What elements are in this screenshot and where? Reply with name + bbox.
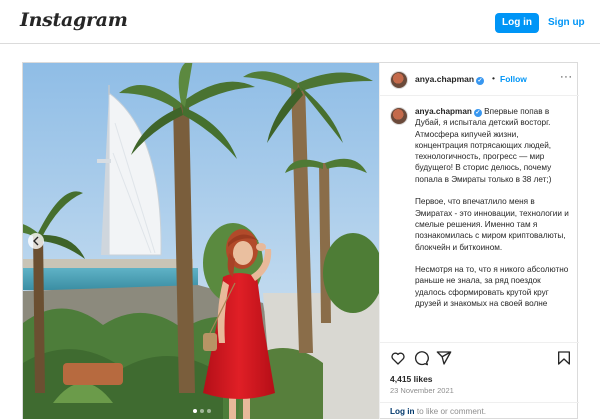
more-options-icon[interactable]: ··· bbox=[560, 71, 573, 83]
caption-paragraph-3: Несмотря на то, что я никого абсолютно р… bbox=[415, 265, 569, 309]
signup-link[interactable]: Sign up bbox=[548, 13, 585, 33]
carousel-prev-button[interactable] bbox=[28, 233, 44, 249]
post-photo[interactable] bbox=[23, 63, 379, 419]
post-caption: anya.chapman ✓ Впервые попав в Дубай, я и… bbox=[415, 106, 573, 309]
post-author[interactable]: anya.chapman ✓ bbox=[415, 74, 485, 85]
login-prompt: Log in to like or comment. bbox=[380, 402, 579, 419]
share-icon[interactable] bbox=[436, 350, 452, 366]
caption-username[interactable]: anya.chapman bbox=[415, 107, 472, 116]
post-sidebar: anya.chapman ✓ • Follow ··· anya.chapman ✓… bbox=[379, 63, 579, 419]
caption-paragraph-2: Первое, что впечатлило меня в Эмиратах -… bbox=[415, 197, 569, 252]
likes-count[interactable]: 4,415 likes bbox=[390, 374, 433, 384]
post-header: anya.chapman ✓ • Follow ··· bbox=[380, 63, 579, 96]
caption-text-lead: Впервые попав в Дубай, я испытала детски… bbox=[415, 107, 552, 184]
comment-icon[interactable] bbox=[413, 350, 429, 366]
verified-badge-icon: ✓ bbox=[473, 109, 482, 117]
post-card: anya.chapman ✓ • Follow ··· anya.chapman ✓… bbox=[22, 62, 579, 419]
post-date: 23 November 2021 bbox=[390, 386, 454, 395]
separator-dot: • bbox=[492, 73, 495, 83]
follow-button[interactable]: Follow bbox=[500, 74, 527, 84]
carousel-dots bbox=[193, 409, 211, 413]
login-prompt-link[interactable]: Log in bbox=[390, 407, 415, 416]
top-navigation-bar: Instagram Log in Sign up bbox=[0, 0, 600, 44]
heart-icon[interactable] bbox=[390, 350, 406, 366]
username-label[interactable]: anya.chapman bbox=[415, 74, 474, 84]
verified-badge-icon: ✓ bbox=[476, 77, 485, 85]
bookmark-icon[interactable] bbox=[556, 350, 572, 366]
avatar[interactable] bbox=[390, 71, 408, 89]
caption-area: anya.chapman ✓ Впервые попав в Дубай, я и… bbox=[380, 97, 579, 341]
post-actions: 4,415 likes 23 November 2021 Log in to l… bbox=[380, 342, 579, 419]
login-button[interactable]: Log in bbox=[495, 13, 539, 33]
caption-avatar[interactable] bbox=[390, 107, 408, 125]
login-prompt-text: to like or comment. bbox=[414, 407, 486, 416]
instagram-logo[interactable]: Instagram bbox=[20, 9, 128, 31]
